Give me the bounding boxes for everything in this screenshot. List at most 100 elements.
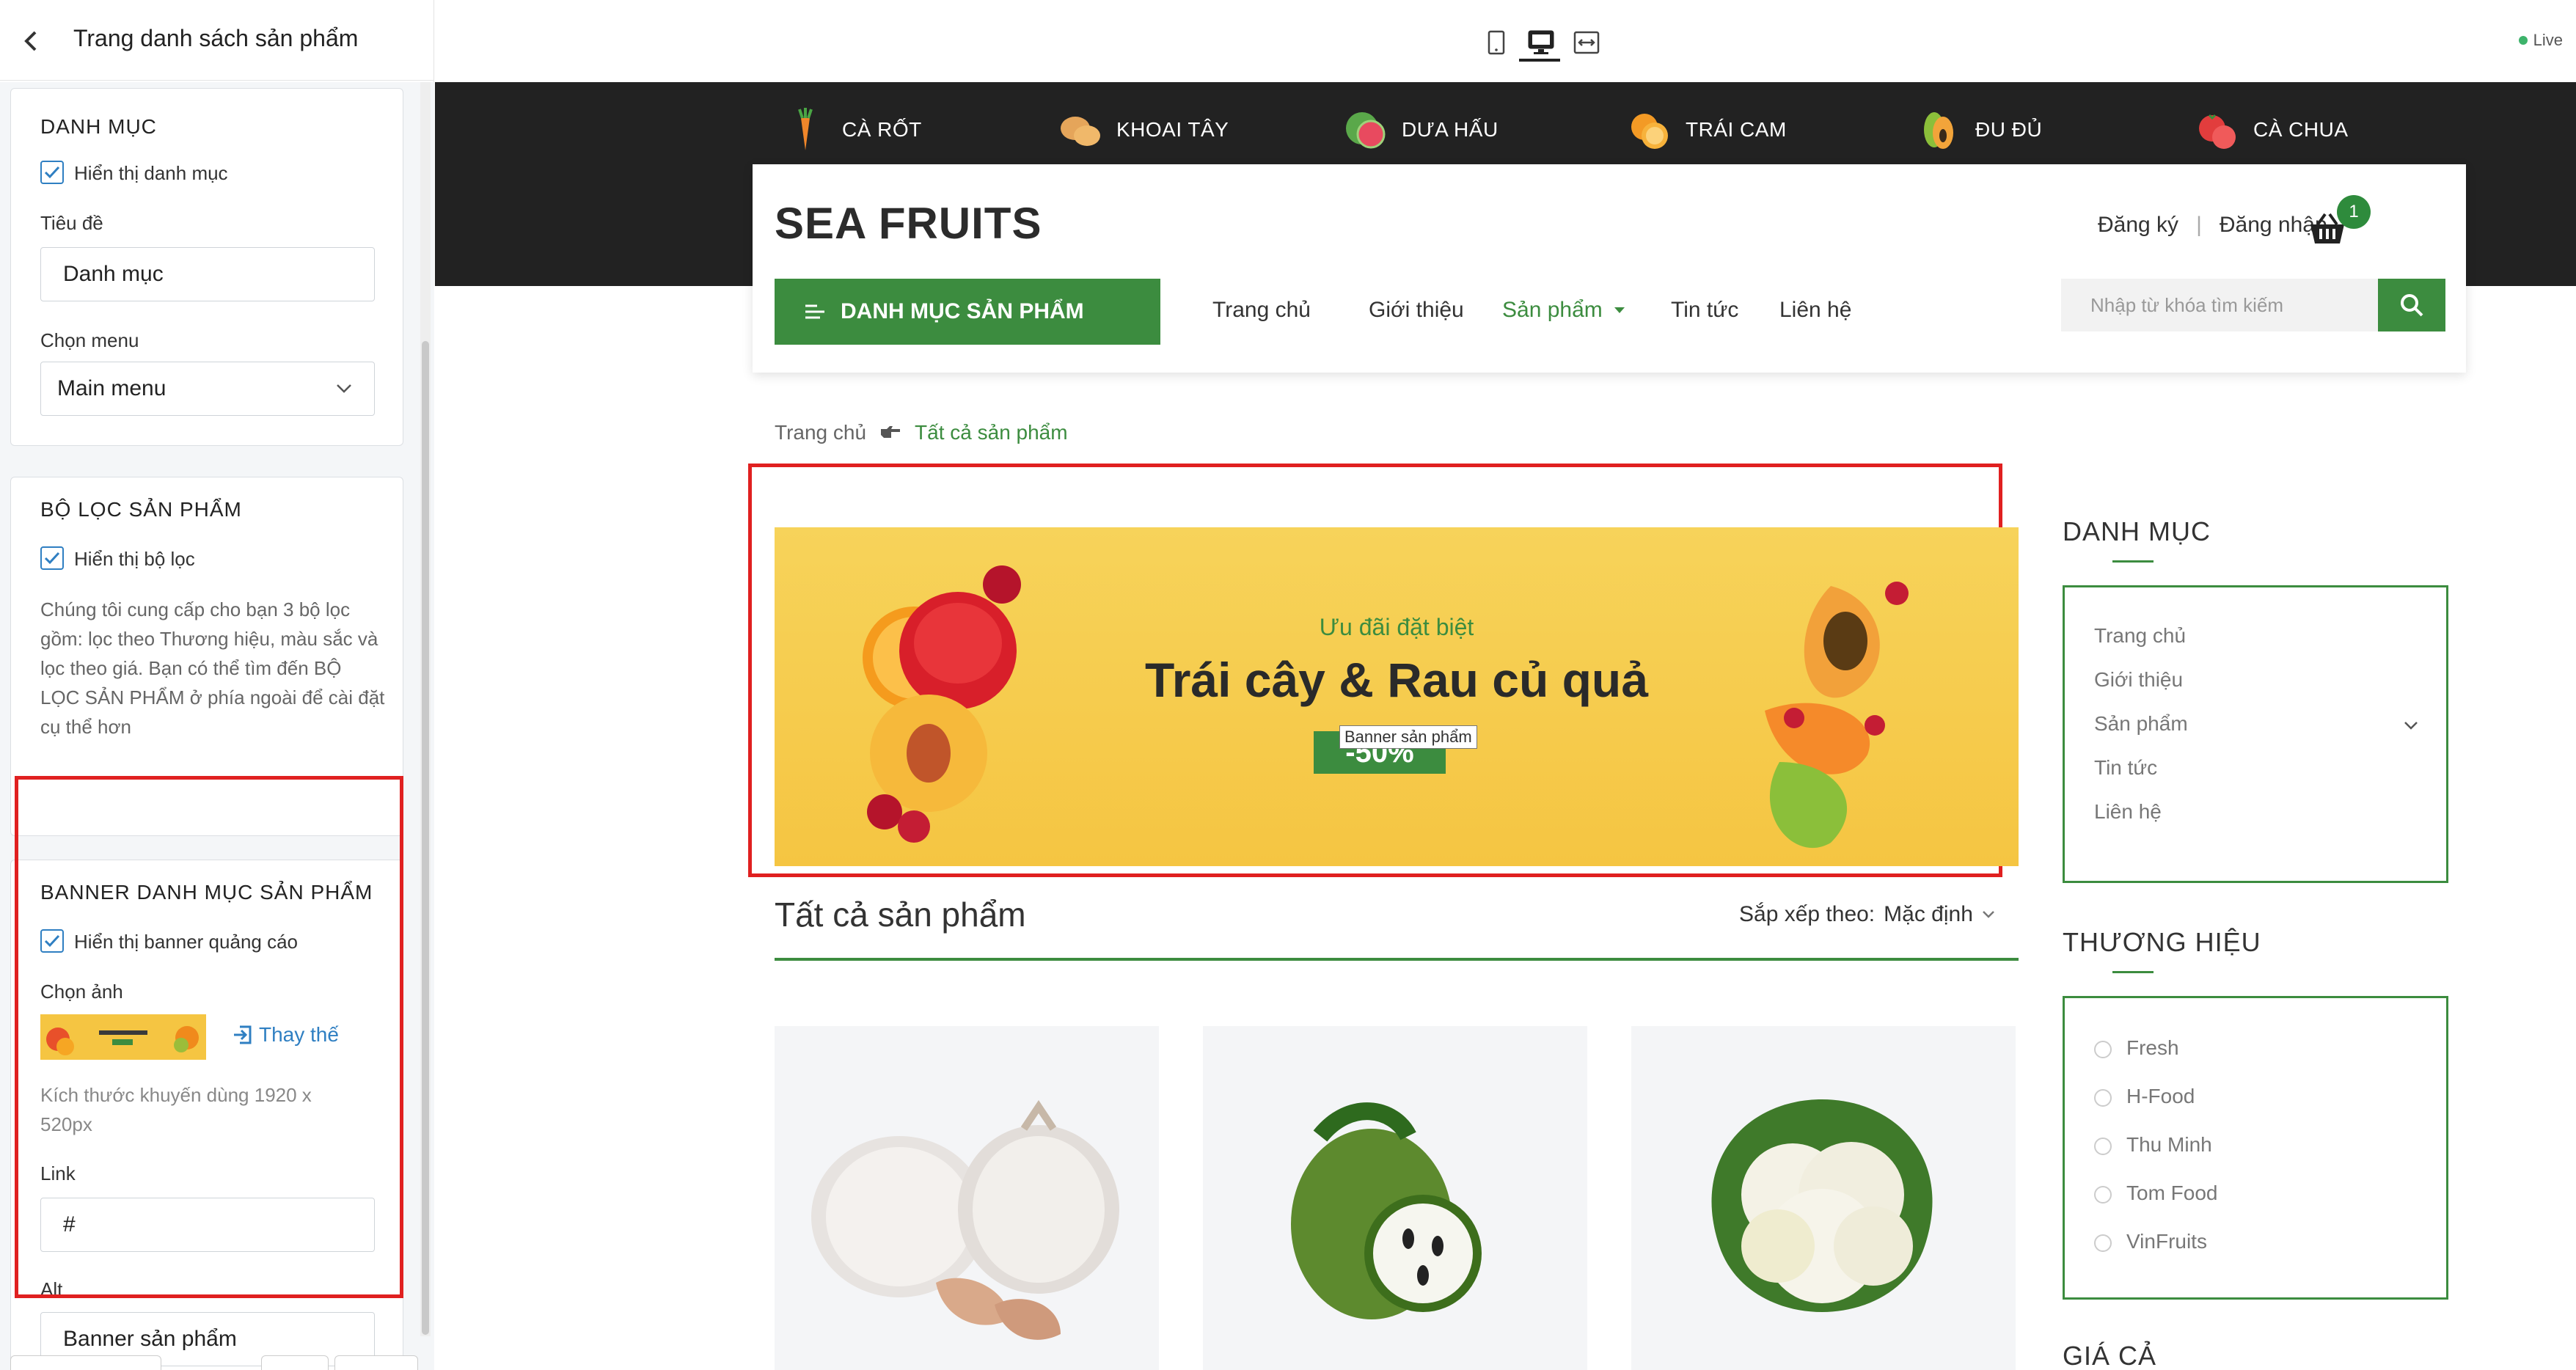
menu-select[interactable]: Main menu (40, 362, 375, 416)
field-label: Link (40, 1162, 76, 1184)
product-card-soursop[interactable] (1203, 1026, 1587, 1370)
fruit-nav-papaya[interactable]: ĐU ĐỦ (1915, 97, 2042, 163)
desktop-view-button[interactable] (1526, 28, 1556, 57)
brand-radio[interactable] (2094, 1138, 2112, 1155)
list-divider (775, 958, 2019, 961)
replace-image-button[interactable]: Thay thế (231, 1023, 339, 1047)
fruit-nav-label: CÀ RỐT (842, 118, 922, 141)
active-device-indicator (1519, 59, 1560, 62)
back-button[interactable] (13, 23, 48, 59)
fruit-nav-orange[interactable]: TRÁI CAM (1625, 97, 1787, 163)
menu-lines-icon (805, 304, 824, 319)
banner-thumbnail[interactable] (40, 1014, 206, 1060)
sidebar-item-products[interactable]: Sản phẩm (2094, 712, 2188, 736)
fruit-nav-watermelon[interactable]: DƯA HẤU (1342, 97, 1499, 163)
caret-down-icon (1614, 307, 1625, 313)
filter-settings-card: BỘ LỌC SẢN PHẨM Hiển thị bộ lọc Chúng tô… (10, 477, 403, 836)
sort-value: Mặc định (1884, 902, 1973, 926)
banner-settings-card: BANNER DANH MỤC SẢN PHẨM Hiển thị banner… (10, 860, 403, 1370)
site-logo[interactable]: SEA FRUITS (775, 198, 1042, 249)
footer-button[interactable] (261, 1355, 329, 1370)
title-underline (2112, 971, 2154, 973)
field-label: Chọn ảnh (40, 981, 123, 1003)
search-icon (2401, 294, 2423, 317)
brand-label[interactable]: VinFruits (2126, 1230, 2207, 1253)
check-icon (44, 166, 60, 179)
nav-news[interactable]: Tin tức (1671, 298, 1738, 323)
product-card-cauliflower[interactable] (1631, 1026, 2016, 1370)
chevron-down-icon[interactable] (2404, 721, 2418, 730)
fruit-nav-label: KHOAI TÂY (1116, 118, 1229, 141)
brand-radio[interactable] (2094, 1041, 2112, 1058)
desktop-icon (1528, 30, 1554, 54)
scrollbar-thumb[interactable] (422, 341, 429, 1335)
brand-label[interactable]: Tom Food (2126, 1182, 2218, 1205)
product-category-button[interactable]: DANH MỤC SẢN PHẨM (775, 279, 1160, 345)
brand-radio[interactable] (2094, 1089, 2112, 1107)
sidebar-category-title: DANH MỤC (2063, 516, 2211, 546)
fruit-nav-label: CÀ CHUA (2253, 118, 2349, 141)
brand-radio[interactable] (2094, 1186, 2112, 1204)
mobile-icon (1488, 30, 1505, 55)
category-settings-card: DANH MỤC Hiển thị danh mục Tiêu đề Danh … (10, 88, 403, 446)
theme-editor-panel: Trang danh sách sản phẩm DANH MỤC Hiển t… (0, 0, 434, 1370)
auth-separator: | (2196, 213, 2202, 237)
sort-dropdown[interactable]: Sắp xếp theo: Mặc định (1739, 902, 1995, 927)
nav-products[interactable]: Sản phẩm (1502, 298, 1626, 323)
footer-button[interactable] (10, 1355, 161, 1370)
banner-thumbnail-image (46, 1026, 199, 1055)
soursop-image (1291, 1102, 1482, 1319)
auth-links: Đăng ký | Đăng nhập (2098, 213, 2327, 238)
product-banner[interactable]: Ưu đãi đặt biệt Trái cây & Rau củ quả -5… (775, 527, 2019, 866)
show-filter-checkbox[interactable] (40, 546, 64, 570)
register-link[interactable]: Đăng ký (2098, 213, 2178, 238)
show-category-checkbox[interactable] (40, 161, 64, 184)
live-status: Live (2518, 31, 2563, 50)
fruit-nav-carrot[interactable]: CÀ RỐT (782, 97, 922, 163)
chevron-down-icon (337, 384, 351, 393)
brand-label[interactable]: H-Food (2126, 1085, 2195, 1108)
sidebar-brand-box: Fresh H-Food Thu Minh Tom Food VinFruits (2063, 996, 2448, 1300)
checkbox-label: Hiển thị bộ lọc (74, 548, 195, 570)
product-card-garlic[interactable] (775, 1026, 1159, 1370)
brand-label[interactable]: Thu Minh (2126, 1133, 2212, 1157)
sort-label: Sắp xếp theo: (1739, 902, 1876, 926)
image-size-hint: Kích thước khuyến dùng 1920 x 520px (40, 1084, 312, 1135)
editor-header: Trang danh sách sản phẩm (0, 0, 434, 81)
category-title-input[interactable]: Danh mục (40, 247, 375, 301)
fullwidth-icon (1573, 31, 1600, 54)
sidebar-item-news[interactable]: Tin tức (2094, 756, 2157, 780)
fruit-nav-tomato[interactable]: CÀ CHUA (2193, 97, 2349, 163)
live-dot-icon (2518, 36, 2528, 45)
show-banner-checkbox[interactable] (40, 929, 64, 953)
sidebar-item-about[interactable]: Giới thiệu (2094, 668, 2183, 692)
breadcrumb-current: Tất cả sản phẩm (915, 421, 1068, 444)
footer-button[interactable] (334, 1355, 418, 1370)
search-button[interactable] (2378, 279, 2445, 331)
brand-radio[interactable] (2094, 1234, 2112, 1252)
brand-label[interactable]: Fresh (2126, 1036, 2179, 1060)
fruit-nav-potato[interactable]: KHOAI TÂY (1056, 97, 1229, 163)
fruit-nav-label: DƯA HẤU (1402, 118, 1499, 141)
sidebar-item-contact[interactable]: Liên hệ (2094, 800, 2162, 824)
live-label: Live (2533, 31, 2563, 49)
sidebar-item-home[interactable]: Trang chủ (2094, 624, 2186, 648)
banner-link-input[interactable]: # (40, 1198, 375, 1252)
storefront-preview[interactable]: CÀ RỐT KHOAI TÂY DƯA HẤU TRÁI CAM ĐU ĐỦ … (435, 82, 2576, 1370)
nav-home[interactable]: Trang chủ (1212, 298, 1311, 323)
search-input[interactable]: Nhập từ khóa tìm kiếm (2061, 279, 2378, 331)
mobile-view-button[interactable] (1482, 28, 1511, 57)
nav-about[interactable]: Giới thiệu (1369, 298, 1464, 323)
nav-contact[interactable]: Liên hệ (1779, 298, 1851, 323)
field-label: Tiêu đề (40, 212, 103, 234)
nav-products-label: Sản phẩm (1502, 298, 1603, 322)
filter-help-text: Chúng tôi cung cấp cho bạn 3 bộ lọc gồm:… (40, 598, 385, 738)
replace-label: Thay thế (259, 1023, 339, 1046)
editor-title: Trang danh sách sản phẩm (73, 25, 359, 51)
cauliflower-image (1711, 1099, 1933, 1312)
carrot-icon (798, 108, 813, 150)
fullwidth-view-button[interactable] (1572, 28, 1601, 57)
editor-settings-scroll[interactable]: DANH MỤC Hiển thị danh mục Tiêu đề Danh … (0, 82, 434, 1370)
sidebar-price-title: GIÁ CẢ (2063, 1341, 2157, 1370)
breadcrumb-home[interactable]: Trang chủ (775, 421, 866, 444)
